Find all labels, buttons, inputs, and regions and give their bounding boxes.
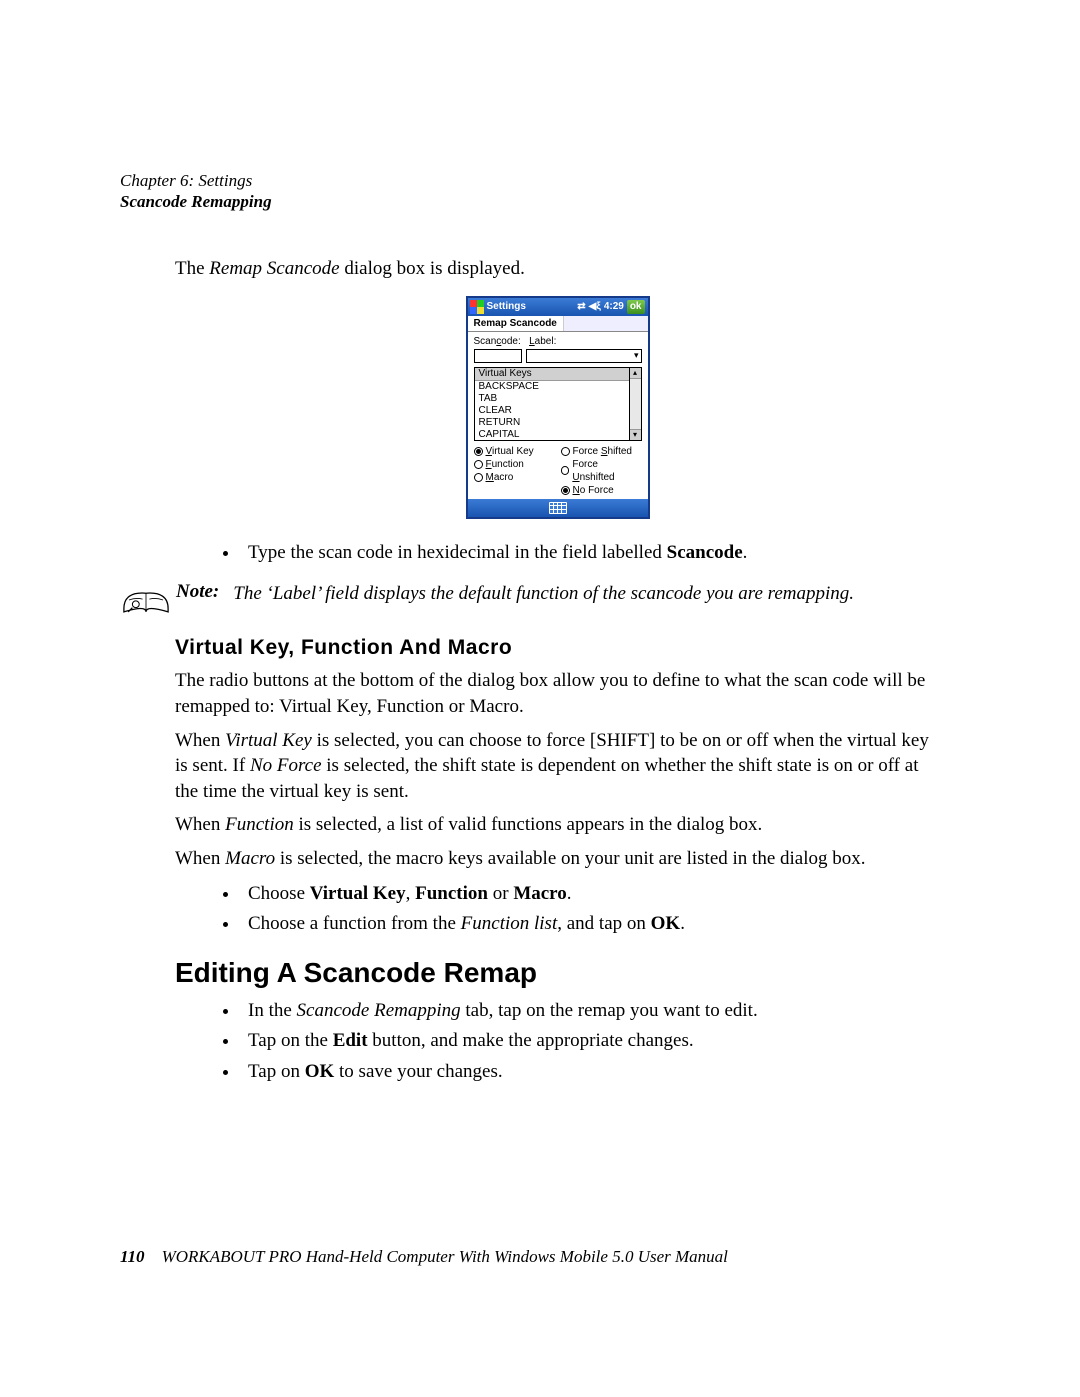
status-icons: ⇄ ◀ξ 4:29 ok [577, 300, 644, 314]
radio-group-type: Virtual Key Function Macro [474, 445, 555, 497]
scancode-input[interactable] [474, 349, 522, 363]
text: The [175, 258, 209, 279]
clock-text: 4:29 [604, 301, 624, 312]
remap-scancode-dialog: Settings ⇄ ◀ξ 4:29 ok Remap Scancode Sca… [466, 296, 650, 519]
list-scrollbar[interactable]: ▴ ▾ [630, 367, 642, 441]
paragraph: The radio buttons at the bottom of the d… [175, 668, 940, 719]
windows-flag-icon [470, 300, 485, 314]
text: abel: [535, 336, 557, 347]
dialog-tabbar: Remap Scancode [468, 316, 648, 332]
book-icon [120, 583, 172, 622]
list-item[interactable]: TAB [475, 393, 629, 405]
list-item[interactable]: CAPITAL [475, 429, 629, 441]
dialog-titlebar: Settings ⇄ ◀ξ 4:29 ok [468, 298, 648, 316]
radio-virtual-key[interactable]: Virtual Key [474, 445, 555, 458]
bullet-item: Choose a function from the Function list… [240, 910, 940, 939]
radio-no-force[interactable]: No Force [561, 484, 642, 497]
paragraph: When Function is selected, a list of val… [175, 812, 940, 838]
radio-group-force: Force Shifted Force Unshifted No Force [561, 445, 642, 497]
intro-paragraph: The Remap Scancode dialog box is display… [175, 256, 940, 282]
radio-function[interactable]: Function [474, 458, 555, 471]
virtual-keys-list[interactable]: Virtual Keys BACKSPACE TAB CLEAR RETURN … [474, 367, 630, 441]
bullet-item: Tap on the Edit button, and make the app… [240, 1027, 940, 1056]
ok-button[interactable]: ok [627, 300, 645, 314]
text-bold: Scancode [667, 542, 743, 563]
label-select[interactable] [526, 349, 642, 363]
dialog-bottombar [468, 499, 648, 517]
signal-icon: ⇄ [577, 301, 585, 312]
bullet-item: In the Scancode Remapping tab, tap on th… [240, 997, 940, 1026]
text-italic: Remap Scancode [209, 258, 339, 279]
bullet-item: Choose Virtual Key, Function or Macro. [240, 880, 940, 909]
scroll-up-icon[interactable]: ▴ [630, 368, 641, 379]
radio-macro[interactable]: Macro [474, 471, 555, 484]
paragraph: When Macro is selected, the macro keys a… [175, 846, 940, 872]
footer-text: WORKABOUT PRO Hand-Held Computer With Wi… [162, 1247, 728, 1266]
chapter-header: Chapter 6: Settings [120, 170, 960, 192]
radio-force-unshifted[interactable]: Force Unshifted [561, 458, 642, 484]
list-header: Virtual Keys [475, 368, 629, 381]
text: . [743, 542, 748, 563]
note-label: Note: [172, 581, 233, 603]
page-footer: 110 WORKABOUT PRO Hand-Held Computer Wit… [120, 1247, 728, 1267]
text: Type the scan code in hexidecimal in the… [248, 542, 667, 563]
list-item[interactable]: CLEAR [475, 405, 629, 417]
radio-force-shifted[interactable]: Force Shifted [561, 445, 642, 458]
bullet-item: Tap on OK to save your changes. [240, 1058, 940, 1087]
note-text: The ‘Label’ field displays the default f… [233, 581, 854, 607]
tab-remap-scancode[interactable]: Remap Scancode [468, 316, 564, 331]
scroll-down-icon[interactable]: ▾ [630, 429, 641, 440]
bullet-item: Type the scan code in hexidecimal in the… [240, 539, 940, 568]
speaker-icon: ◀ξ [589, 301, 601, 312]
page-number: 110 [120, 1247, 145, 1266]
dialog-title: Settings [487, 301, 578, 312]
text: Scan [474, 336, 497, 347]
list-item[interactable]: RETURN [475, 417, 629, 429]
list-item[interactable]: BACKSPACE [475, 381, 629, 393]
keyboard-icon[interactable] [549, 502, 567, 514]
text: ode: [501, 336, 520, 347]
heading-editing: Editing A Scancode Remap [175, 957, 940, 989]
subheading-vfm: Virtual Key, Function And Macro [175, 636, 940, 660]
field-labels: Scancode: Label: [474, 336, 642, 347]
paragraph: When Virtual Key is selected, you can ch… [175, 728, 940, 805]
section-header: Scancode Remapping [120, 192, 960, 212]
text: dialog box is displayed. [340, 258, 525, 279]
